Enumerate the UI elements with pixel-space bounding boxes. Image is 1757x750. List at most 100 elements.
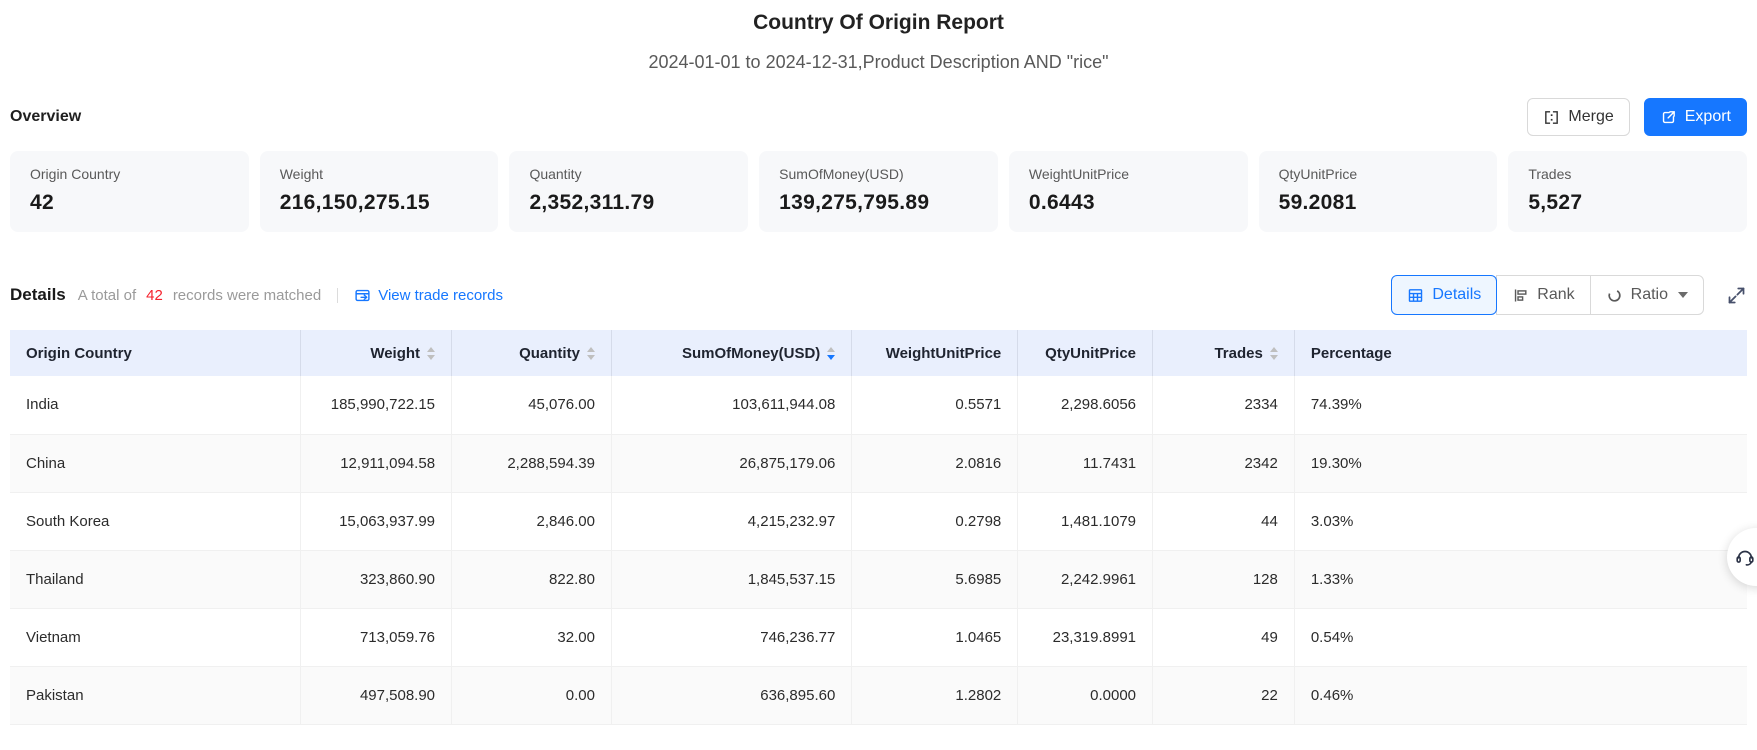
column-header-label: Weight <box>370 344 421 362</box>
column-header-origin-country: Origin Country <box>10 330 302 376</box>
merge-button[interactable]: Merge <box>1527 98 1630 136</box>
column-header-label: Percentage <box>1310 344 1392 362</box>
table-cell: 185,990,722.15 <box>300 376 453 435</box>
table-cell: 3.03% <box>1294 492 1747 551</box>
table-cell: 0.0000 <box>1017 666 1154 725</box>
overview-card: WeightUnitPrice 0.6443 <box>1008 151 1248 232</box>
table-cell: 19.30% <box>1294 434 1747 493</box>
sort-carets-icon[interactable] <box>427 346 436 360</box>
overview-card: QtyUnitPrice 59.2081 <box>1258 151 1498 232</box>
export-button[interactable]: Export <box>1643 98 1747 136</box>
table-row: Pakistan 497,508.90 0.00 636,895.60 1.2802 0.… <box>10 666 1747 725</box>
fullscreen-icon[interactable] <box>1726 285 1747 306</box>
table-cell: 12,911,094.58 <box>300 434 453 493</box>
details-right: Details Rank Ratio <box>1391 275 1747 315</box>
view-toggle-label: Rank <box>1537 286 1575 303</box>
table-header-row: Origin Country Weight Quantity SumOfMoney(U… <box>10 330 1747 376</box>
details-bar: Details A total of 42 records were match… <box>0 275 1757 315</box>
column-header-inner: Quantity <box>468 345 595 362</box>
view-toggle-details[interactable]: Details <box>1391 275 1498 315</box>
table-cell: 1.2802 <box>851 666 1019 725</box>
table-row: Vietnam 713,059.76 32.00 746,236.77 1.0465 23… <box>10 608 1747 667</box>
table-cell: 1,845,537.15 <box>611 550 853 609</box>
table-cell: 11.7431 <box>1017 434 1154 493</box>
sort-caret-down-icon <box>827 354 836 360</box>
sort-caret-down-icon <box>586 354 595 360</box>
view-trade-records-label: View trade records <box>378 286 504 304</box>
view-toggle-rank[interactable]: Rank <box>1496 275 1591 315</box>
cell-origin-country: India <box>10 376 302 435</box>
view-trade-records-link[interactable]: View trade records <box>354 287 503 304</box>
cell-origin-country: China <box>10 434 302 493</box>
column-header-inner: SumOfMoney(USD) <box>628 344 836 362</box>
table-cell: 1,481.1079 <box>1017 492 1154 551</box>
overview-section-label: Overview <box>10 108 82 125</box>
overview-card-label: Origin Country <box>30 166 121 182</box>
overview-card-value: 5,527 <box>1528 191 1583 214</box>
column-header-quantity[interactable]: Quantity <box>451 330 612 376</box>
overview-card-label: SumOfMoney(USD) <box>779 166 904 182</box>
view-toggle-ratio[interactable]: Ratio <box>1589 275 1704 315</box>
table-cell: 0.00 <box>451 666 612 725</box>
rank-icon <box>1512 287 1529 304</box>
sort-caret-up-icon <box>586 346 595 352</box>
table-cell: 15,063,937.99 <box>300 492 453 551</box>
overview-card-value: 216,150,275.15 <box>279 191 430 214</box>
column-header-trades[interactable]: Trades <box>1152 330 1295 376</box>
overview-cards: Origin Country 42 Weight 216,150,275.15 Quan… <box>0 151 1757 232</box>
column-header-inner: Percentage <box>1311 345 1731 362</box>
table-cell: 2342 <box>1152 434 1295 493</box>
table-cell: 822.80 <box>451 550 612 609</box>
column-header-sumofmoney-usd-[interactable]: SumOfMoney(USD) <box>611 330 853 376</box>
sort-carets-icon[interactable] <box>586 346 595 360</box>
table-cell: 0.54% <box>1294 608 1747 667</box>
column-header-label: Trades <box>1214 344 1263 362</box>
sort-caret-down-icon <box>1269 354 1278 360</box>
table-cell: 497,508.90 <box>300 666 453 725</box>
page-title: Country Of Origin Report <box>753 11 1004 34</box>
column-header-label: QtyUnitPrice <box>1045 344 1137 362</box>
export-button-label: Export <box>1684 108 1731 125</box>
table-cell: 0.5571 <box>851 376 1019 435</box>
column-header-inner: Origin Country <box>26 345 284 362</box>
overview-card-label: QtyUnitPrice <box>1278 166 1358 182</box>
report-subtitle: 2024-01-01 to 2024-12-31,Product Descrip… <box>648 52 1109 72</box>
table-cell: 103,611,944.08 <box>611 376 853 435</box>
overview-card-value: 42 <box>30 191 54 214</box>
column-header-weightunitprice: WeightUnitPrice <box>851 330 1019 376</box>
merge-button-label: Merge <box>1568 108 1614 125</box>
column-header-label: WeightUnitPrice <box>885 344 1002 362</box>
sort-caret-down-icon <box>427 354 436 360</box>
table-cell: 2,846.00 <box>451 492 612 551</box>
table-cell: 323,860.90 <box>300 550 453 609</box>
overview-card: Weight 216,150,275.15 <box>259 151 499 232</box>
overview-card-label: Trades <box>1528 166 1572 182</box>
column-header-label: Quantity <box>519 344 580 362</box>
table-cell: 2.0816 <box>851 434 1019 493</box>
sort-carets-icon[interactable] <box>1269 346 1278 360</box>
view-toggle-label: Ratio <box>1630 286 1668 303</box>
column-header-label: SumOfMoney(USD) <box>681 344 821 362</box>
column-header-label: Origin Country <box>26 344 132 362</box>
table-body: India 185,990,722.15 45,076.00 103,611,944.… <box>10 376 1747 725</box>
ratio-icon <box>1606 287 1623 304</box>
merge-cells-icon <box>1543 109 1560 126</box>
table-cell: 44 <box>1152 492 1295 551</box>
table-cell: 1.33% <box>1294 550 1747 609</box>
column-header-inner: Trades <box>1169 345 1278 362</box>
table-cell: 4,215,232.97 <box>611 492 853 551</box>
sort-carets-icon[interactable] <box>827 346 836 360</box>
table-row: Thailand 323,860.90 822.80 1,845,537.15 5.69… <box>10 550 1747 609</box>
overview-card-label: Quantity <box>529 166 582 182</box>
table-row: India 185,990,722.15 45,076.00 103,611,944.… <box>10 376 1747 435</box>
table-icon <box>1407 287 1424 304</box>
overview-card-label: Weight <box>279 166 324 182</box>
table-cell: 5.6985 <box>851 550 1019 609</box>
column-header-inner: QtyUnitPrice <box>1034 345 1136 362</box>
table-cell: 22 <box>1152 666 1295 725</box>
table-cell: 2,242.9961 <box>1017 550 1154 609</box>
sort-caret-up-icon <box>1269 346 1278 352</box>
column-header-weight[interactable]: Weight <box>300 330 453 376</box>
cell-origin-country: South Korea <box>10 492 302 551</box>
overview-card: Trades 5,527 <box>1508 151 1748 232</box>
